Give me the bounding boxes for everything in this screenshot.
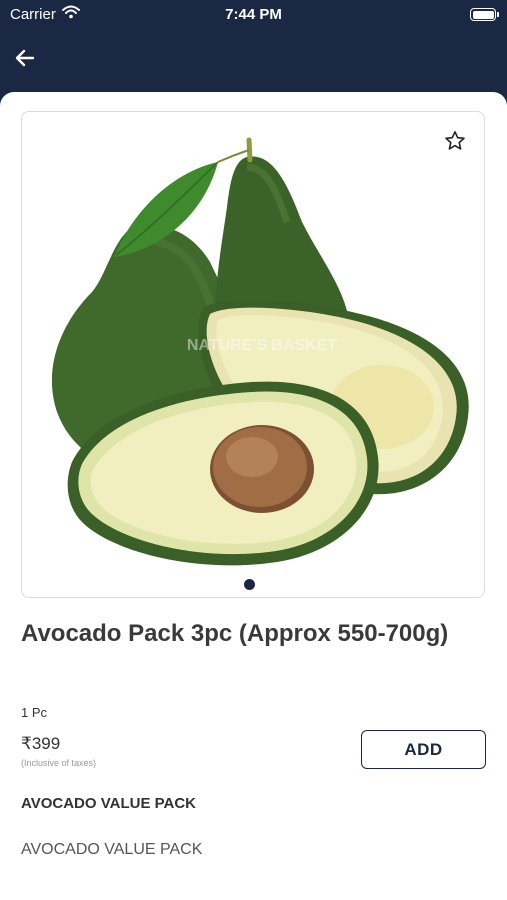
product-price: ₹399 bbox=[21, 734, 61, 753]
product-image-carousel[interactable]: NATURE'S BASKET bbox=[21, 111, 485, 598]
product-title: Avocado Pack 3pc (Approx 550-700g) bbox=[21, 620, 449, 647]
star-outline-icon bbox=[445, 131, 465, 150]
description-body: AVOCADO VALUE PACK bbox=[21, 841, 203, 858]
add-to-cart-button[interactable]: ADD bbox=[361, 730, 486, 769]
carousel-dot-active[interactable] bbox=[244, 579, 255, 590]
back-button[interactable] bbox=[12, 46, 40, 70]
watermark-text: NATURE'S BASKET bbox=[187, 337, 337, 354]
product-sheet: NATURE'S BASKET Avocado Pack 3pc (Approx… bbox=[0, 92, 507, 900]
description-heading: AVOCADO VALUE PACK bbox=[21, 795, 197, 812]
product-image: NATURE'S BASKET bbox=[51, 137, 469, 566]
favorite-button[interactable] bbox=[443, 129, 467, 153]
battery-icon bbox=[470, 8, 499, 21]
tax-note: (Inclusive of taxes) bbox=[21, 758, 97, 768]
arrow-left-icon bbox=[15, 49, 35, 67]
status-time: 7:44 PM bbox=[225, 6, 282, 23]
product-unit: 1 Pc bbox=[21, 705, 48, 720]
status-bar: Carrier 7:44 PM bbox=[0, 0, 507, 30]
